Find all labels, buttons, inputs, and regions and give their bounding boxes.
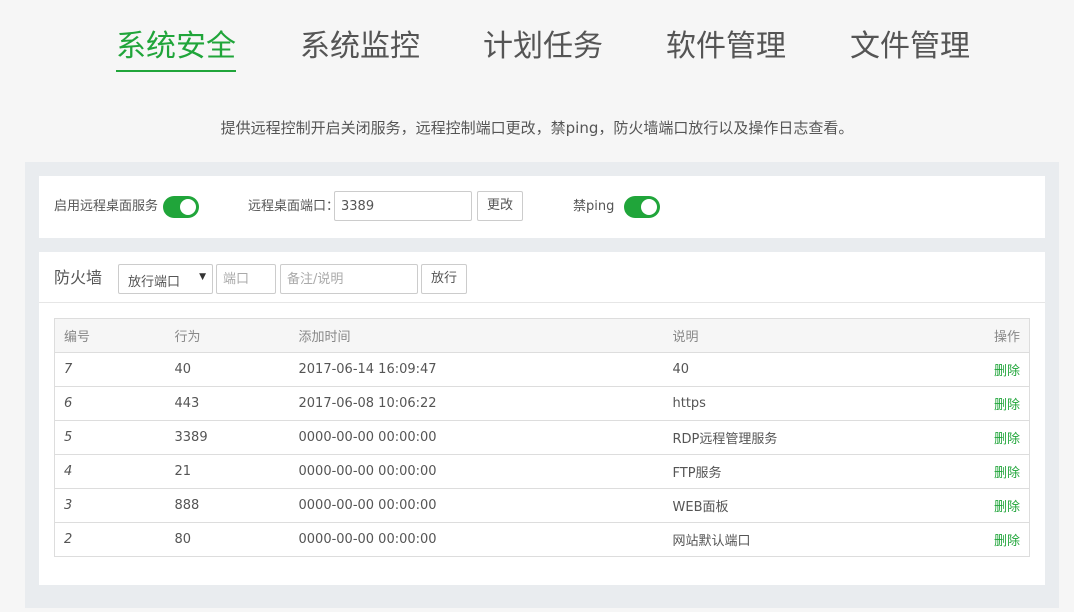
- firewall-allow-button[interactable]: 放行: [421, 264, 467, 294]
- disable-ping-label: 禁ping: [573, 199, 615, 214]
- rule-op-cell: 删除: [949, 454, 1030, 489]
- disable-ping-toggle[interactable]: [624, 196, 660, 218]
- firewall-title: 防火墙: [54, 268, 103, 287]
- firewall-port-input[interactable]: [216, 264, 276, 294]
- panel-divider: [39, 302, 1045, 303]
- rule-action: 80: [165, 522, 290, 557]
- top-tabs: 系统安全 系统监控 计划任务 软件管理 文件管理: [0, 26, 1074, 76]
- delete-link[interactable]: 删除: [994, 500, 1020, 515]
- col-op-header: 操作: [949, 318, 1030, 353]
- delete-link[interactable]: 删除: [994, 364, 1020, 379]
- rdp-port-input[interactable]: [334, 191, 472, 221]
- rule-op-cell: 删除: [949, 352, 1030, 387]
- rule-time: 0000-00-00 00:00:00: [289, 454, 664, 489]
- rule-op-cell: 删除: [949, 386, 1030, 421]
- rule-id: 2: [54, 522, 166, 557]
- rule-note: FTP服务: [663, 454, 950, 489]
- table-row: 4 21 0000-00-00 00:00:00 FTP服务 删除: [54, 454, 1030, 489]
- active-tab-underline: [116, 70, 236, 72]
- rule-time: 2017-06-08 10:06:22: [289, 386, 664, 421]
- rule-note: 40: [663, 352, 950, 387]
- rule-time: 0000-00-00 00:00:00: [289, 522, 664, 557]
- firewall-note-input[interactable]: [280, 264, 418, 294]
- caret-down-icon: ▼: [199, 272, 206, 282]
- firewall-rules-table: 编号 行为 添加时间 说明 操作 7 40 2017-06-14 16:09:4…: [54, 318, 1030, 557]
- tab-file-management[interactable]: 文件管理: [850, 26, 970, 68]
- tab-system-monitor[interactable]: 系统监控: [300, 26, 420, 68]
- rule-note: 网站默认端口: [663, 522, 950, 557]
- rule-action: 3389: [165, 420, 290, 455]
- rule-id: 6: [54, 386, 166, 421]
- rule-time: 2017-06-14 16:09:47: [289, 352, 664, 387]
- table-row: 5 3389 0000-00-00 00:00:00 RDP远程管理服务 删除: [54, 420, 1030, 455]
- delete-link[interactable]: 删除: [994, 398, 1020, 413]
- rule-op-cell: 删除: [949, 488, 1030, 523]
- rule-time: 0000-00-00 00:00:00: [289, 488, 664, 523]
- rule-note: WEB面板: [663, 488, 950, 523]
- rdp-service-label: 启用远程桌面服务: [54, 199, 159, 214]
- rule-note: https: [663, 386, 950, 421]
- table-row: 7 40 2017-06-14 16:09:47 40 删除: [54, 352, 1030, 387]
- rdp-port-label: 远程桌面端口：: [248, 199, 340, 214]
- firewall-action-select[interactable]: 放行端口 ▼: [118, 264, 213, 294]
- rule-id: 7: [54, 352, 166, 387]
- table-row: 3 888 0000-00-00 00:00:00 WEB面板 删除: [54, 488, 1030, 523]
- col-id-header: 编号: [54, 318, 166, 353]
- col-time-header: 添加时间: [289, 318, 664, 353]
- rule-op-cell: 删除: [949, 522, 1030, 557]
- rule-time: 0000-00-00 00:00:00: [289, 420, 664, 455]
- toggle-knob: [641, 199, 657, 215]
- col-note-header: 说明: [663, 318, 950, 353]
- table-header-row: 编号 行为 添加时间 说明 操作: [54, 318, 1030, 353]
- delete-link[interactable]: 删除: [994, 466, 1020, 481]
- delete-link[interactable]: 删除: [994, 534, 1020, 549]
- delete-link[interactable]: 删除: [994, 432, 1020, 447]
- toggle-knob: [180, 199, 196, 215]
- select-value: 放行端口: [128, 275, 181, 290]
- rule-note: RDP远程管理服务: [663, 420, 950, 455]
- tab-scheduled-tasks[interactable]: 计划任务: [483, 26, 603, 68]
- table-row: 2 80 0000-00-00 00:00:00 网站默认端口 删除: [54, 522, 1030, 557]
- rule-op-cell: 删除: [949, 420, 1030, 455]
- rule-action: 888: [165, 488, 290, 523]
- change-port-button[interactable]: 更改: [477, 191, 523, 221]
- tab-software-management[interactable]: 软件管理: [666, 26, 786, 68]
- rule-id: 3: [54, 488, 166, 523]
- tab-system-security[interactable]: 系统安全: [116, 26, 236, 68]
- col-action-header: 行为: [165, 318, 290, 353]
- rdp-service-toggle[interactable]: [163, 196, 199, 218]
- rule-id: 5: [54, 420, 166, 455]
- page-description: 提供远程控制开启关闭服务，远程控制端口更改，禁ping，防火墙端口放行以及操作日…: [220, 119, 854, 137]
- remote-settings-panel: 启用远程桌面服务 远程桌面端口： 更改 禁ping: [39, 176, 1045, 238]
- rule-action: 21: [165, 454, 290, 489]
- firewall-panel: 防火墙 放行端口 ▼ 放行 编号 行为 添加时间 说明 操作 7 40 2017…: [39, 252, 1045, 585]
- table-row: 6 443 2017-06-08 10:06:22 https 删除: [54, 386, 1030, 421]
- rule-action: 40: [165, 352, 290, 387]
- rule-id: 4: [54, 454, 166, 489]
- rule-action: 443: [165, 386, 290, 421]
